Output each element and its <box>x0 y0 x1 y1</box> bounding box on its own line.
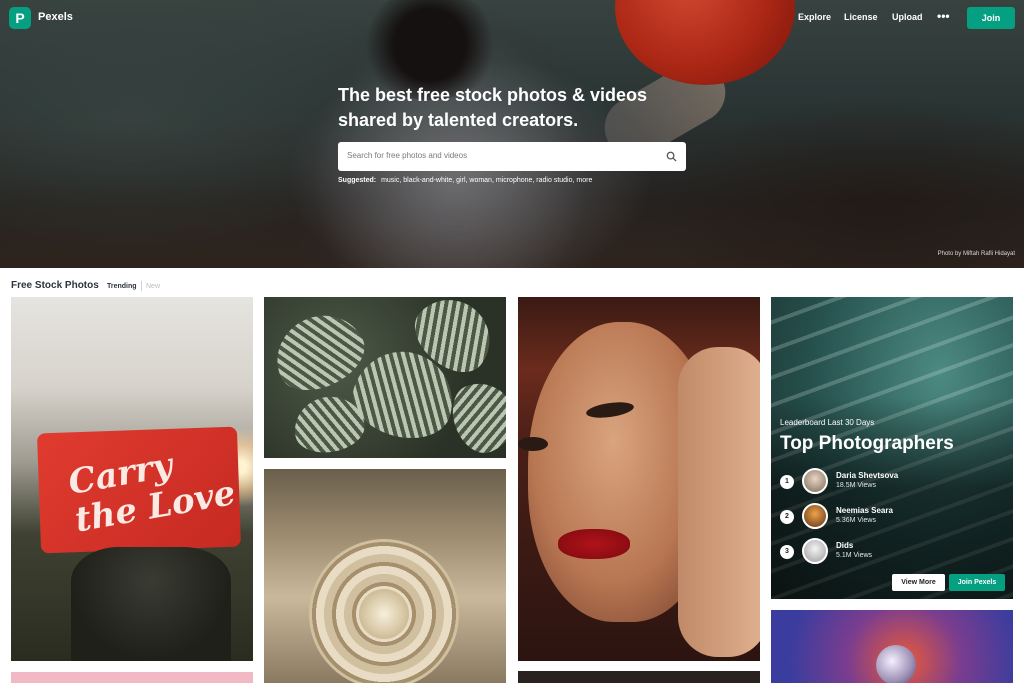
photo-woman-portrait[interactable] <box>518 297 760 661</box>
hero-headline-line2: shared by talented creators. <box>338 110 579 130</box>
search-placeholder: Search for free photos and videos <box>347 151 468 160</box>
leaf-shape <box>443 373 506 458</box>
pexels-logo-icon[interactable]: P <box>9 7 31 29</box>
rank-badge: 2 <box>780 510 794 524</box>
leaderboard-row[interactable]: 1 Daria Shevtsova 18.5M Views <box>780 468 1005 496</box>
tab-trending[interactable]: Trending <box>107 283 137 290</box>
leaderboard-row[interactable]: 2 Neemias Seara 5.36M Views <box>780 503 1005 531</box>
section-title: Free Stock Photos <box>11 280 99 291</box>
photo-pink-partial[interactable] <box>11 672 253 683</box>
disco-ball-shape <box>876 645 916 683</box>
tab-new[interactable]: New <box>146 283 160 290</box>
leaderboard-overlay <box>771 397 1013 599</box>
brand-name[interactable]: Pexels <box>38 11 73 23</box>
people-silhouette <box>71 547 231 661</box>
nav-upload-link[interactable]: Upload <box>892 12 923 22</box>
dome-center <box>359 589 409 639</box>
leaderboard-kicker: Leaderboard Last 30 Days <box>780 418 875 427</box>
flag-lettering: Carry the Love <box>65 445 239 541</box>
photographer-name[interactable]: Daria Shevtsova <box>836 471 898 480</box>
photographer-views: 18.5M Views <box>836 482 876 489</box>
suggested-label: Suggested: <box>338 177 377 184</box>
photo-credit[interactable]: Photo by Miftah Rafli Hidayat <box>938 251 1015 257</box>
hero-overlay <box>0 0 1024 268</box>
nav-license-link[interactable]: License <box>844 12 878 22</box>
photo-disco-ball[interactable] <box>771 610 1013 683</box>
more-menu-icon[interactable]: ••• <box>937 9 950 23</box>
avatar[interactable] <box>802 503 828 529</box>
photo-couple-flag[interactable]: Carry the Love <box>11 297 253 661</box>
search-input[interactable]: Search for free photos and videos <box>338 142 686 171</box>
lips-shape <box>558 529 630 559</box>
search-icon[interactable] <box>666 151 677 162</box>
tab-divider <box>141 281 142 291</box>
join-button[interactable]: Join <box>967 7 1015 29</box>
photographer-name[interactable]: Dids <box>836 541 853 550</box>
photo-cathedral-dome[interactable] <box>264 469 506 683</box>
hero-banner: P Pexels Explore License Upload ••• Join… <box>0 0 1024 268</box>
photo-dark-partial[interactable] <box>518 671 760 683</box>
flag-shape: Carry the Love <box>36 426 242 554</box>
pexels-home: P Pexels Explore License Upload ••• Join… <box>0 0 1024 683</box>
suggested-terms[interactable]: music, black-and-white, girl, woman, mic… <box>381 177 592 184</box>
photographer-views: 5.1M Views <box>836 552 873 559</box>
rank-badge: 3 <box>780 545 794 559</box>
hand-shape <box>678 347 760 657</box>
hero-headline-line1: The best free stock photos & videos <box>338 85 648 105</box>
avatar[interactable] <box>802 468 828 494</box>
join-pexels-button[interactable]: Join Pexels <box>949 574 1005 591</box>
leaderboard-card: Leaderboard Last 30 Days Top Photographe… <box>771 297 1013 599</box>
view-more-button[interactable]: View More <box>892 574 945 591</box>
leaderboard-title: Top Photographers <box>780 433 954 454</box>
hero-headline: The best free stock photos & videos shar… <box>338 83 698 133</box>
eye-shape <box>518 437 548 451</box>
nav-explore-link[interactable]: Explore <box>798 12 831 22</box>
photo-monstera-leaves[interactable] <box>264 297 506 458</box>
leaderboard-row[interactable]: 3 Dids 5.1M Views <box>780 538 1005 566</box>
photographer-views: 5.36M Views <box>836 517 876 524</box>
photographer-name[interactable]: Neemias Seara <box>836 506 893 515</box>
avatar[interactable] <box>802 538 828 564</box>
rank-badge: 1 <box>780 475 794 489</box>
suggested-searches: Suggested: music, black-and-white, girl,… <box>338 177 592 184</box>
top-nav: P Pexels Explore License Upload ••• Join <box>0 0 1024 36</box>
